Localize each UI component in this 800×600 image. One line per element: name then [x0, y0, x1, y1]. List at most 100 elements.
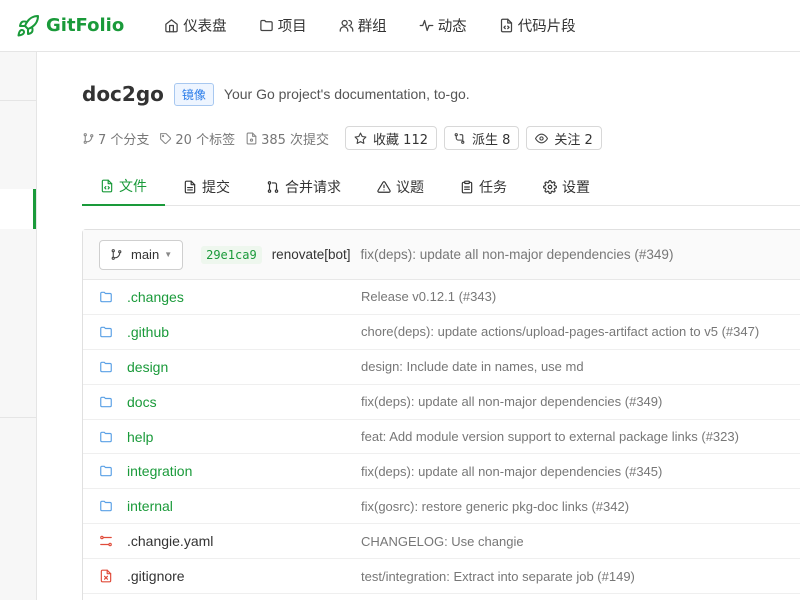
tab-issues-label: 议题 — [396, 180, 424, 196]
folder-icon — [100, 396, 112, 407]
file-row[interactable]: .gitignore test/integration: Extract int… — [83, 559, 800, 595]
branch-icon — [111, 249, 122, 260]
rocket-logo-icon — [17, 14, 39, 36]
fork-label: 派生 8 — [472, 132, 511, 148]
users-icon — [339, 19, 354, 32]
commits-stat[interactable]: 385 次提交 — [245, 129, 329, 148]
file-row[interactable]: .changes Release v0.12.1 (#343) — [83, 280, 800, 315]
tab-tasks-label: 任务 — [479, 180, 507, 196]
tab-issues[interactable]: 议题 — [359, 168, 442, 206]
caret-down-icon: ▼ — [164, 250, 173, 259]
file-commit-message[interactable]: Release v0.12.1 (#343) — [361, 289, 496, 304]
repo-stats: 7 个分支 20 个标签 385 次提交 收藏 112 派生 8 关注 2 — [82, 126, 609, 150]
file-name[interactable]: integration — [127, 463, 192, 479]
file-code-icon — [101, 179, 113, 193]
tab-merge-requests[interactable]: 合并请求 — [248, 168, 359, 206]
top-bar: GitFolio 仪表盘 项目 群组 动态 代码片段 — [0, 0, 800, 52]
file-name[interactable]: .gitignore — [127, 568, 185, 584]
file-commit-message[interactable]: test/integration: Extract into separate … — [361, 569, 635, 584]
sidebar-divider — [0, 100, 36, 101]
file-commit-message[interactable]: fix(deps): update all non-major dependen… — [361, 394, 662, 409]
nav-groups-label: 群组 — [357, 19, 387, 35]
file-name[interactable]: internal — [127, 498, 173, 514]
sidebar — [0, 52, 37, 600]
tab-merge-requests-label: 合并请求 — [285, 180, 341, 196]
folder-icon — [100, 291, 112, 303]
file-name[interactable]: help — [127, 429, 153, 445]
clipboard-icon — [461, 180, 473, 194]
tab-files[interactable]: 文件 — [82, 168, 165, 206]
file-commit-message[interactable]: fix(deps): update all non-major dependen… — [361, 464, 662, 479]
file-row[interactable]: .changie.yaml CHANGELOG: Use changie — [83, 524, 800, 560]
tags-stat[interactable]: 20 个标签 — [159, 129, 235, 148]
star-button[interactable]: 收藏 112 — [345, 126, 437, 150]
main-content: doc2go 镜像 Your Go project's documentatio… — [37, 52, 800, 600]
branch-name: main — [131, 247, 160, 262]
brand-name: GitFolio — [46, 15, 125, 36]
watch-button[interactable]: 关注 2 — [526, 126, 602, 150]
folder-icon — [259, 19, 273, 32]
file-commit-message[interactable]: chore(deps): update actions/upload-pages… — [361, 324, 759, 339]
repo-header: doc2go 镜像 Your Go project's documentatio… — [82, 82, 470, 106]
file-row[interactable]: integration fix(deps): update all non-ma… — [83, 454, 800, 490]
file-row[interactable]: docs fix(deps): update all non-major dep… — [83, 385, 800, 420]
file-row[interactable]: internal fix(gosrc): restore generic pkg… — [83, 489, 800, 525]
file-browser: main ▼ 29e1ca9 renovate[bot] fix(deps): … — [82, 229, 800, 600]
file-commit-message[interactable]: design: Include date in names, use md — [361, 359, 584, 374]
file-name[interactable]: design — [127, 359, 168, 375]
file-row[interactable]: design design: Include date in names, us… — [83, 350, 800, 385]
file-commit-message[interactable]: CHANGELOG: Use changie — [361, 534, 524, 549]
pulse-icon — [419, 19, 434, 32]
tab-files-label: 文件 — [119, 179, 147, 195]
commit-author[interactable]: renovate[bot] — [272, 247, 351, 262]
file-name[interactable]: docs — [127, 394, 157, 410]
commits-count: 385 次提交 — [261, 132, 330, 148]
code-file-icon — [500, 18, 512, 33]
brand[interactable]: GitFolio — [16, 0, 124, 52]
watch-label: 关注 2 — [554, 132, 593, 148]
repo-tabs: 文件 提交 合并请求 议题 任务 设置 — [82, 168, 800, 206]
repo-description: Your Go project's documentation, to-go. — [223, 86, 470, 102]
file-commit-message[interactable]: feat: Add module version support to exte… — [361, 429, 739, 444]
repo-name[interactable]: doc2go — [82, 82, 164, 106]
tab-commits-label: 提交 — [202, 180, 230, 196]
file-commit-message[interactable]: fix(gosrc): restore generic pkg-doc link… — [361, 499, 629, 514]
nav-dashboard-label: 仪表盘 — [183, 19, 227, 35]
nav-snippets[interactable]: 代码片段 — [483, 0, 592, 52]
fork-button[interactable]: 派生 8 — [444, 126, 520, 150]
nav-groups[interactable]: 群组 — [323, 0, 403, 52]
folder-icon — [100, 361, 112, 372]
tab-commits[interactable]: 提交 — [165, 168, 248, 206]
tab-settings[interactable]: 设置 — [525, 168, 608, 206]
alert-icon — [377, 181, 391, 193]
star-icon — [354, 132, 367, 144]
folder-icon — [100, 431, 112, 442]
tab-tasks[interactable]: 任务 — [442, 168, 525, 206]
folder-icon — [100, 501, 112, 512]
tab-settings-label: 设置 — [562, 180, 590, 196]
home-icon — [165, 19, 178, 33]
file-name[interactable]: .changie.yaml — [127, 533, 213, 549]
branch-selector[interactable]: main ▼ — [99, 239, 184, 270]
tag-icon — [160, 132, 172, 144]
commit-sha[interactable]: 29e1ca9 — [201, 245, 262, 264]
nav-projects[interactable]: 项目 — [243, 0, 323, 52]
nav-activity[interactable]: 动态 — [403, 0, 483, 52]
eye-icon — [535, 133, 549, 143]
latest-commit-row: main ▼ 29e1ca9 renovate[bot] fix(deps): … — [83, 230, 800, 280]
file-name[interactable]: .changes — [127, 289, 184, 305]
commit-message[interactable]: fix(deps): update all non-major dependen… — [361, 247, 674, 262]
file-row[interactable]: help feat: Add module version support to… — [83, 420, 800, 455]
file-name[interactable]: .github — [127, 324, 169, 340]
star-label: 收藏 112 — [373, 132, 428, 148]
folder-icon — [100, 326, 112, 338]
branch-icon — [83, 132, 94, 144]
merge-icon — [267, 181, 279, 193]
nav-projects-label: 项目 — [277, 19, 307, 35]
commit-file-icon — [246, 132, 257, 144]
gear-icon — [543, 180, 557, 194]
branches-stat[interactable]: 7 个分支 — [82, 129, 149, 148]
file-row[interactable]: .github chore(deps): update actions/uplo… — [83, 315, 800, 350]
nav-dashboard[interactable]: 仪表盘 — [148, 0, 243, 52]
sidebar-item-active[interactable] — [0, 189, 36, 229]
